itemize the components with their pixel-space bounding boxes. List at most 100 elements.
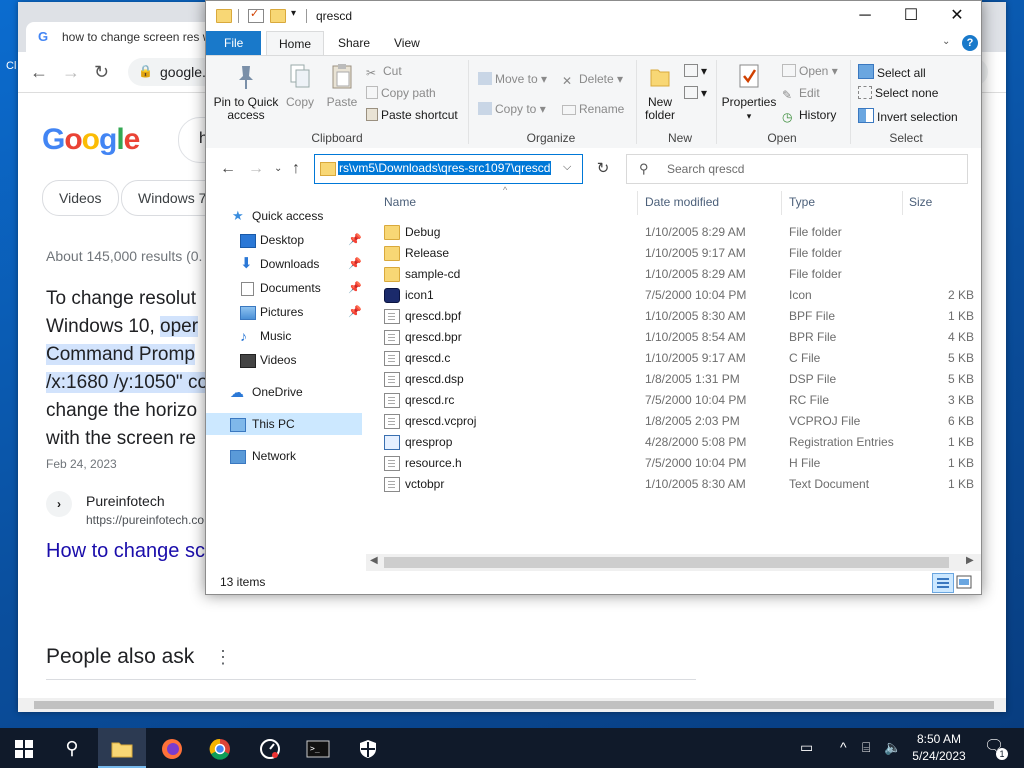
details-view-icon[interactable] (932, 573, 954, 593)
up-arrow-icon[interactable]: ↑ (292, 160, 300, 178)
forward-arrow-icon[interactable]: → (62, 62, 80, 83)
file-row[interactable]: Debug 1/10/2005 8:29 AM File folder (384, 221, 974, 242)
scroll-left-icon[interactable]: ◀ (370, 555, 378, 566)
tab-view[interactable]: View (382, 31, 432, 55)
keyboard-icon[interactable]: ▭ (800, 739, 813, 756)
history-button[interactable]: ◷ History (782, 108, 836, 124)
search-input[interactable]: ⚲ Search qrescd (626, 154, 968, 184)
new-item-button[interactable]: ▾ (684, 64, 707, 78)
terminal-icon[interactable]: >_ (294, 728, 342, 768)
file-row[interactable]: qresprop 4/28/2000 5:08 PM Registration En… (384, 431, 974, 452)
search-icon[interactable]: ⚲ (48, 728, 96, 768)
close-icon[interactable]: ✕ (934, 1, 980, 31)
copy-to-button[interactable]: Copy to ▾ (478, 102, 546, 116)
forward-arrow-icon[interactable]: → (248, 160, 264, 178)
column-header-name[interactable]: Name (384, 195, 416, 209)
select-none-button[interactable]: Select none (858, 86, 938, 100)
title-bar[interactable]: ▾ qrescd ─ ☐ ✕ (206, 1, 981, 31)
copy-path-button[interactable]: Copy path (366, 86, 436, 100)
new-folder-button[interactable]: New folder (640, 62, 680, 122)
browser-tab[interactable]: G how to change screen res w (26, 22, 226, 52)
invert-selection-button[interactable]: Invert selection (858, 108, 958, 124)
volume-muted-icon[interactable]: 🔈 (884, 739, 901, 756)
start-windows-icon[interactable] (0, 728, 48, 768)
properties-button[interactable]: Properties ▾ (720, 62, 778, 123)
nav-downloads[interactable]: ⬇ Downloads 📌 (206, 253, 362, 275)
chrome-icon[interactable] (196, 728, 244, 768)
open-button[interactable]: Open ▾ (782, 64, 838, 78)
file-row[interactable]: vctobpr 1/10/2005 8:30 AM Text Document 1 K… (384, 473, 974, 494)
select-all-button[interactable]: Select all (858, 64, 926, 80)
nav-music[interactable]: ♪ Music (206, 325, 362, 347)
file-row[interactable]: qrescd.vcproj 1/8/2005 2:03 PM VCPROJ File… (384, 410, 974, 431)
new-folder-quick-icon[interactable] (270, 9, 286, 23)
delete-button[interactable]: ✕ Delete ▾ (562, 72, 623, 88)
move-to-button[interactable]: Move to ▾ (478, 72, 547, 86)
horizontal-scrollbar[interactable]: ◀ ▶ (366, 554, 981, 571)
back-arrow-icon[interactable]: ← (30, 62, 48, 83)
back-arrow-icon[interactable]: ← (220, 160, 236, 178)
column-divider[interactable] (902, 191, 903, 215)
nav-this-pc[interactable]: This PC (206, 413, 362, 435)
pin-icon[interactable]: 📌 (348, 229, 362, 251)
file-explorer-taskbar-icon[interactable] (98, 728, 146, 768)
nav-documents[interactable]: Documents 📌 (206, 277, 362, 299)
nav-videos[interactable]: Videos (206, 349, 362, 371)
pin-to-quick-access-button[interactable]: Pin to Quick access (212, 62, 280, 122)
tab-home[interactable]: Home (266, 31, 325, 56)
address-text[interactable]: rs\vm5\Downloads\qres-src1097\qrescd (338, 161, 552, 175)
copy-button[interactable]: Copy (282, 62, 318, 109)
paste-shortcut-button[interactable]: Paste shortcut (366, 108, 458, 122)
show-hidden-icons-chevron-icon[interactable]: ^ (840, 739, 847, 755)
file-row[interactable]: qrescd.rc 7/5/2000 10:04 PM RC File 3 KB (384, 389, 974, 410)
file-row[interactable]: resource.h 7/5/2000 10:04 PM H File 1 KB (384, 452, 974, 473)
file-row[interactable]: icon1 7/5/2000 10:04 PM Icon 2 KB (384, 284, 974, 305)
collapse-ribbon-icon[interactable]: ⌄ (942, 36, 950, 47)
column-divider[interactable] (637, 191, 638, 215)
scrollbar-thumb[interactable] (34, 701, 994, 709)
nav-desktop[interactable]: Desktop 📌 (206, 229, 362, 251)
cut-button[interactable]: ✂ Cut (366, 64, 402, 80)
scrollbar-thumb[interactable] (384, 557, 949, 568)
easy-access-button[interactable]: ▾ (684, 86, 707, 100)
paste-button[interactable]: Paste (322, 62, 362, 109)
large-icons-view-icon[interactable] (956, 574, 972, 590)
properties-quick-icon[interactable] (248, 7, 264, 23)
column-header-size[interactable]: Size (909, 195, 932, 209)
file-row[interactable]: qrescd.bpf 1/10/2005 8:30 AM BPF File 1 KB (384, 305, 974, 326)
reload-icon[interactable]: ↻ (94, 62, 109, 83)
tab-share[interactable]: Share (326, 31, 382, 55)
google-logo[interactable]: Google (42, 123, 140, 157)
column-header-type[interactable]: Type (789, 195, 815, 209)
rename-button[interactable]: Rename (562, 102, 624, 116)
address-history-chevron-icon[interactable]: ⌵ (563, 161, 571, 174)
shield-icon[interactable] (344, 728, 392, 768)
minimize-icon[interactable]: ─ (842, 1, 888, 31)
refresh-icon[interactable]: ↻ (590, 156, 616, 182)
scroll-right-icon[interactable]: ▶ (966, 555, 974, 566)
result-site-url[interactable]: https://pureinfotech.co (86, 513, 204, 527)
file-row[interactable]: qrescd.dsp 1/8/2005 1:31 PM DSP File 5 KB (384, 368, 974, 389)
network-tray-icon[interactable]: ⌸ (862, 739, 870, 756)
pin-icon[interactable]: 📌 (348, 277, 362, 299)
clock[interactable]: 8:50 AM 5/24/2023 (900, 731, 978, 765)
chip-videos[interactable]: Videos (42, 180, 119, 216)
nav-onedrive[interactable]: ☁ OneDrive (206, 381, 362, 403)
tab-file[interactable]: File (206, 31, 262, 55)
help-icon[interactable]: ? (962, 35, 978, 51)
firefox-icon[interactable] (148, 728, 196, 768)
maximize-icon[interactable]: ☐ (888, 1, 934, 31)
column-divider[interactable] (781, 191, 782, 215)
recent-locations-chevron-icon[interactable]: ⌄ (274, 163, 282, 174)
result-link[interactable]: How to change sc (46, 540, 205, 563)
nav-network[interactable]: Network (206, 445, 362, 467)
file-row[interactable]: sample-cd 1/10/2005 8:29 AM File folder (384, 263, 974, 284)
desktop-icon-label-fragment[interactable]: Cl (6, 60, 16, 72)
file-row[interactable]: Release 1/10/2005 9:17 AM File folder (384, 242, 974, 263)
result-site-name[interactable]: Pureinfotech (86, 493, 165, 509)
file-row[interactable]: qrescd.bpr 1/10/2005 8:54 AM BPR File 4 KB (384, 326, 974, 347)
column-header-date-modified[interactable]: Date modified (645, 195, 719, 209)
pin-icon[interactable]: 📌 (348, 301, 362, 323)
browser-horizontal-scrollbar[interactable] (18, 698, 1006, 712)
nav-pictures[interactable]: Pictures 📌 (206, 301, 362, 323)
